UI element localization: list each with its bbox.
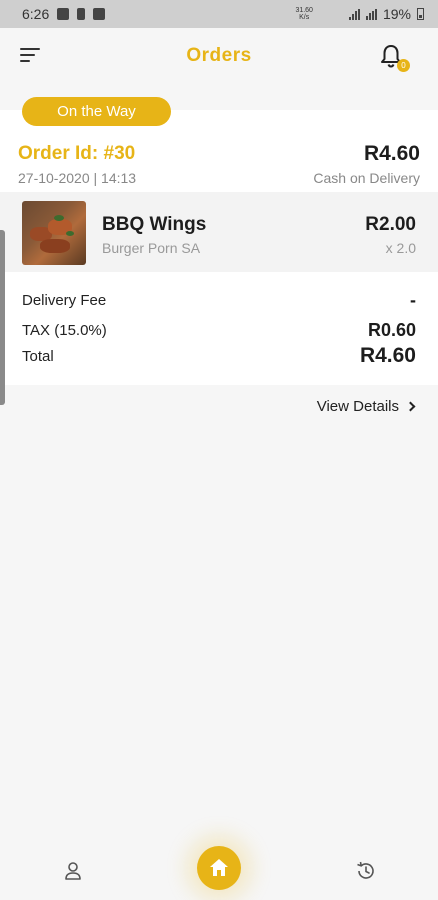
network-speed: 31.60 K/s <box>295 7 313 21</box>
bottom-nav <box>0 840 438 900</box>
item-image <box>22 201 86 265</box>
nav-profile-button[interactable] <box>63 861 83 881</box>
view-details-button[interactable]: View Details <box>316 398 416 415</box>
status-bar: 6:26 31.60 K/s 19% <box>0 0 438 28</box>
notification-badge: 0 <box>397 59 410 72</box>
lte-icon <box>365 8 377 20</box>
profile-icon <box>65 862 81 880</box>
tax-value: R0.60 <box>367 319 416 340</box>
total-value: R4.60 <box>359 344 416 367</box>
nav-home-button[interactable] <box>197 846 241 890</box>
location-icon <box>336 11 342 17</box>
app-icon <box>93 8 106 20</box>
signal-icon <box>348 8 360 20</box>
item-vendor: Burger Porn SA <box>102 240 201 256</box>
chevron-right-icon <box>405 401 416 412</box>
page-title: Orders <box>186 45 252 66</box>
battery-icon <box>417 8 424 20</box>
total-row: Total R4.60 <box>22 344 416 368</box>
view-details-label: View Details <box>316 398 399 415</box>
nav-history-button[interactable] <box>355 860 377 882</box>
menu-button[interactable] <box>20 48 40 64</box>
total-label: Total <box>22 347 54 365</box>
tax-label: TAX (15.0%) <box>22 321 107 339</box>
delivery-fee-value: - <box>410 289 416 310</box>
order-id: Order Id: #30 <box>18 143 136 164</box>
notifications-button[interactable]: 0 <box>380 44 410 72</box>
order-total: R4.60 <box>363 142 420 165</box>
order-item[interactable]: BBQ Wings Burger Porn SA R2.00 x 2.0 <box>0 192 438 272</box>
item-name: BBQ Wings <box>102 214 207 235</box>
battery-percent: 19% <box>382 6 411 22</box>
item-price: R2.00 <box>365 214 416 235</box>
item-quantity: x 2.0 <box>385 240 416 256</box>
download-icon <box>77 8 86 20</box>
order-date: 27-10-2020 | 14:13 <box>18 170 137 186</box>
gallery-icon <box>57 8 70 20</box>
order-card[interactable]: Order Id: #30 27-10-2020 | 14:13 R4.60 C… <box>0 110 438 385</box>
order-status-badge: On the Way <box>22 97 171 126</box>
menu-icon <box>20 48 40 50</box>
app-header: Orders 0 <box>0 28 438 84</box>
side-drawer-handle[interactable] <box>0 230 5 405</box>
delivery-fee-label: Delivery Fee <box>22 291 107 309</box>
history-icon <box>357 861 374 879</box>
tax-row: TAX (15.0%) R0.60 <box>22 319 416 341</box>
home-icon <box>210 859 228 876</box>
delivery-fee-row: Delivery Fee - <box>22 289 416 311</box>
status-time: 6:26 <box>22 6 50 22</box>
payment-method: Cash on Delivery <box>313 170 420 186</box>
